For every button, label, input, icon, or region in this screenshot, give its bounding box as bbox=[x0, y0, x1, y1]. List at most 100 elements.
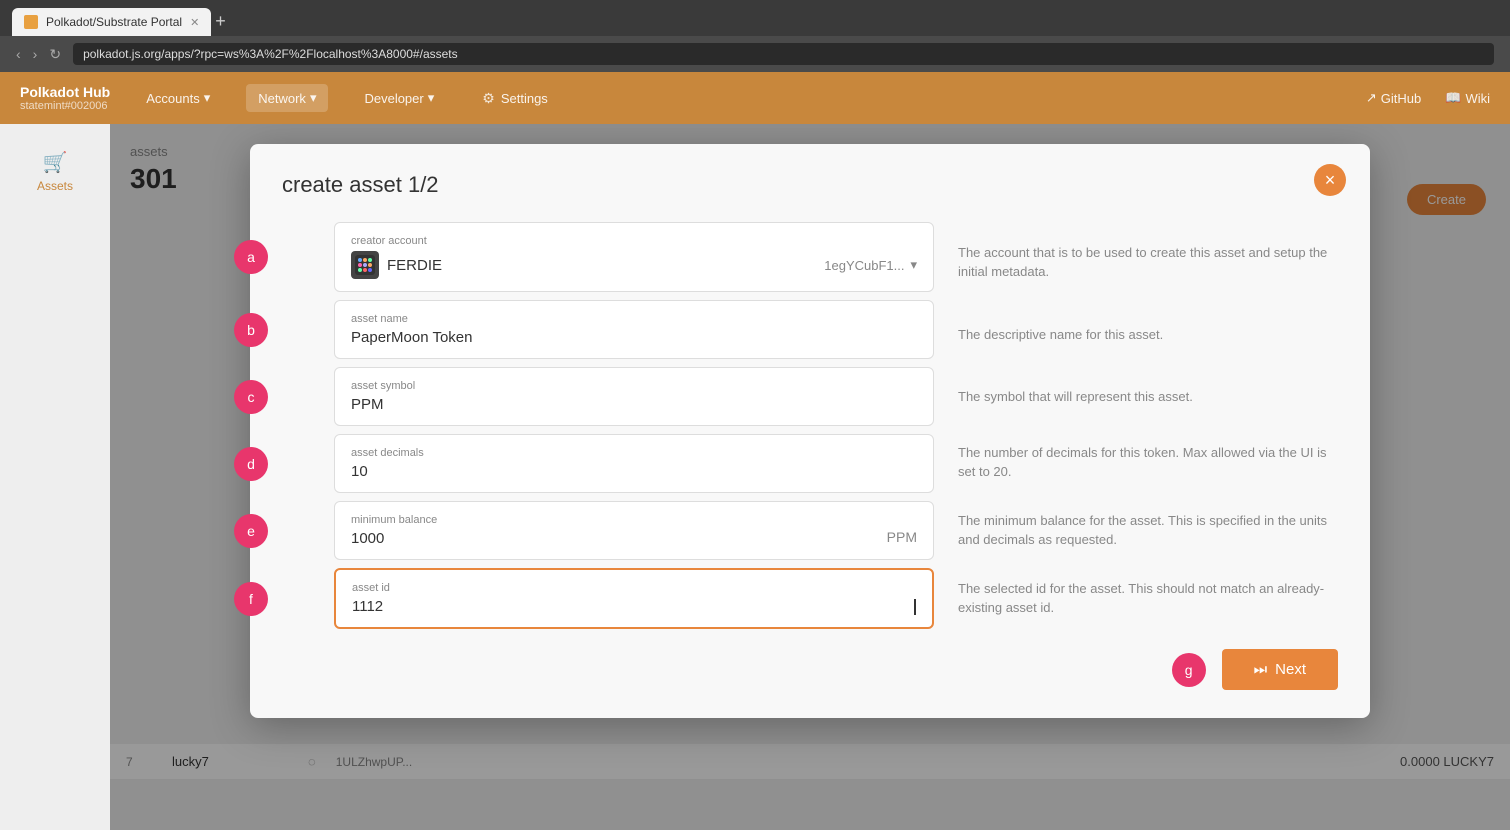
next-label: Next bbox=[1275, 661, 1306, 678]
hint-e: The minimum balance for the asset. This … bbox=[958, 498, 1338, 558]
tab-label: Polkadot/Substrate Portal bbox=[46, 15, 182, 29]
tab-close[interactable]: ✕ bbox=[190, 16, 199, 29]
field-d-wrapper: d asset decimals 10 bbox=[282, 434, 934, 493]
gear-icon: ⚙ bbox=[482, 90, 495, 107]
browser-chrome: Polkadot/Substrate Portal ✕ + ‹ › ↻ bbox=[0, 0, 1510, 72]
hint-d-text: The number of decimals for this token. M… bbox=[958, 439, 1338, 482]
asset-name-value: PaperMoon Token bbox=[351, 329, 917, 346]
step-c-label: c bbox=[234, 380, 268, 414]
creator-account-value: FERDIE 1egYCubF1... ▾ bbox=[351, 251, 917, 279]
github-label: GitHub bbox=[1381, 91, 1421, 106]
minimum-balance-unit: PPM bbox=[887, 529, 917, 545]
hint-a: The account that is to be used to create… bbox=[958, 222, 1338, 298]
settings-label: Settings bbox=[501, 91, 548, 106]
account-name: FERDIE bbox=[387, 257, 442, 274]
tab-bar: Polkadot/Substrate Portal ✕ + bbox=[0, 0, 1510, 36]
asset-decimals-value: 10 bbox=[351, 463, 917, 480]
wiki-icon: 📖 bbox=[1445, 90, 1461, 106]
account-display: FERDIE bbox=[351, 251, 442, 279]
active-tab[interactable]: Polkadot/Substrate Portal ✕ bbox=[12, 8, 211, 36]
developer-arrow: ▾ bbox=[428, 90, 435, 106]
field-c-wrapper: c asset symbol PPM bbox=[282, 367, 934, 426]
minimum-balance-field[interactable]: minimum balance 1000 PPM bbox=[334, 501, 934, 560]
brand-subtitle: statemint#002006 bbox=[20, 100, 110, 112]
network-label: Network bbox=[258, 91, 306, 106]
step-b-label: b bbox=[234, 313, 268, 347]
back-button[interactable]: ‹ bbox=[16, 46, 21, 62]
tab-favicon bbox=[24, 15, 38, 29]
cursor bbox=[914, 599, 916, 615]
asset-decimals-label: asset decimals bbox=[351, 447, 917, 459]
github-link[interactable]: ↗ GitHub bbox=[1366, 90, 1421, 106]
github-icon: ↗ bbox=[1366, 90, 1377, 106]
main-area: 🛒 Assets assets 301 Create 7 lucky7 ◌ 1U… bbox=[0, 124, 1510, 830]
address-bar: ‹ › ↻ bbox=[0, 36, 1510, 72]
form-hints: The account that is to be used to create… bbox=[958, 222, 1338, 629]
hint-f-text: The selected id for the asset. This shou… bbox=[958, 575, 1338, 618]
hint-d: The number of decimals for this token. M… bbox=[958, 430, 1338, 490]
step-f-label: f bbox=[234, 582, 268, 616]
sidebar: 🛒 Assets bbox=[0, 124, 110, 830]
developer-nav[interactable]: Developer ▾ bbox=[352, 84, 446, 112]
developer-label: Developer bbox=[364, 91, 423, 106]
refresh-button[interactable]: ↻ bbox=[49, 46, 61, 63]
hint-f: The selected id for the asset. This shou… bbox=[958, 566, 1338, 626]
asset-symbol-field[interactable]: asset symbol PPM bbox=[334, 367, 934, 426]
hint-c: The symbol that will represent this asse… bbox=[958, 368, 1338, 422]
modal-close-button[interactable]: × bbox=[1314, 164, 1346, 196]
asset-id-label: asset id bbox=[352, 582, 916, 594]
form-fields: a creator account FERDIE bbox=[282, 222, 934, 629]
accounts-nav[interactable]: Accounts ▾ bbox=[134, 84, 222, 112]
asset-decimals-field[interactable]: asset decimals 10 bbox=[334, 434, 934, 493]
field-a-wrapper: a creator account FERDIE bbox=[282, 222, 934, 292]
hint-b-text: The descriptive name for this asset. bbox=[958, 321, 1163, 345]
brand-area: Polkadot Hub statemint#002006 bbox=[20, 84, 110, 112]
asset-symbol-value: PPM bbox=[351, 396, 917, 413]
asset-name-field[interactable]: asset name PaperMoon Token bbox=[334, 300, 934, 359]
app-header: Polkadot Hub statemint#002006 Accounts ▾… bbox=[0, 72, 1510, 124]
address-input[interactable] bbox=[73, 43, 1494, 65]
creator-account-field[interactable]: creator account FERDIE 1egYCubF1... bbox=[334, 222, 934, 292]
field-b-wrapper: b asset name PaperMoon Token bbox=[282, 300, 934, 359]
brand-name: Polkadot Hub bbox=[20, 84, 110, 100]
minimum-balance-amount: 1000 bbox=[351, 530, 384, 547]
asset-id-value: 1112 bbox=[352, 598, 916, 615]
accounts-label: Accounts bbox=[146, 91, 199, 106]
sidebar-item-assets[interactable]: 🛒 Assets bbox=[27, 140, 83, 203]
accounts-arrow: ▾ bbox=[204, 90, 211, 106]
next-button[interactable]: ⏭ Next bbox=[1222, 649, 1338, 690]
field-f-wrapper: f asset id 1112 bbox=[282, 568, 934, 629]
network-arrow: ▾ bbox=[310, 90, 317, 106]
network-nav[interactable]: Network ▾ bbox=[246, 84, 328, 112]
step-g-label: g bbox=[1172, 653, 1206, 687]
dropdown-arrow-icon: ▾ bbox=[910, 257, 917, 273]
account-icon bbox=[351, 251, 379, 279]
step-d-label: d bbox=[234, 447, 268, 481]
assets-icon: 🛒 bbox=[43, 150, 68, 175]
create-asset-modal: create asset 1/2 × a creator account bbox=[250, 144, 1370, 718]
modal-footer: g ⏭ Next bbox=[282, 649, 1338, 690]
forward-button[interactable]: › bbox=[33, 46, 38, 62]
content-area: assets 301 Create 7 lucky7 ◌ 1ULZhwpUP..… bbox=[110, 124, 1510, 830]
modal-title: create asset 1/2 bbox=[282, 172, 1338, 198]
account-address-display: 1egYCubF1... ▾ bbox=[824, 257, 917, 273]
step-a-label: a bbox=[234, 240, 268, 274]
asset-symbol-label: asset symbol bbox=[351, 380, 917, 392]
wiki-label: Wiki bbox=[1465, 91, 1490, 106]
asset-id-field[interactable]: asset id 1112 bbox=[334, 568, 934, 629]
account-address: 1egYCubF1... bbox=[824, 258, 904, 273]
minimum-balance-label: minimum balance bbox=[351, 514, 917, 526]
hint-a-text: The account that is to be used to create… bbox=[958, 239, 1338, 282]
creator-account-label: creator account bbox=[351, 235, 917, 247]
hint-c-text: The symbol that will represent this asse… bbox=[958, 383, 1193, 407]
sidebar-assets-label: Assets bbox=[37, 179, 73, 193]
hint-b: The descriptive name for this asset. bbox=[958, 306, 1338, 360]
asset-name-label: asset name bbox=[351, 313, 917, 325]
asset-id-text: 1112 bbox=[352, 598, 383, 615]
field-e-wrapper: e minimum balance 1000 PPM bbox=[282, 501, 934, 560]
new-tab-button[interactable]: + bbox=[215, 11, 226, 32]
hint-e-text: The minimum balance for the asset. This … bbox=[958, 507, 1338, 550]
wiki-link[interactable]: 📖 Wiki bbox=[1445, 90, 1490, 106]
form-area: a creator account FERDIE bbox=[282, 222, 1338, 629]
settings-nav[interactable]: ⚙ Settings bbox=[470, 84, 560, 113]
